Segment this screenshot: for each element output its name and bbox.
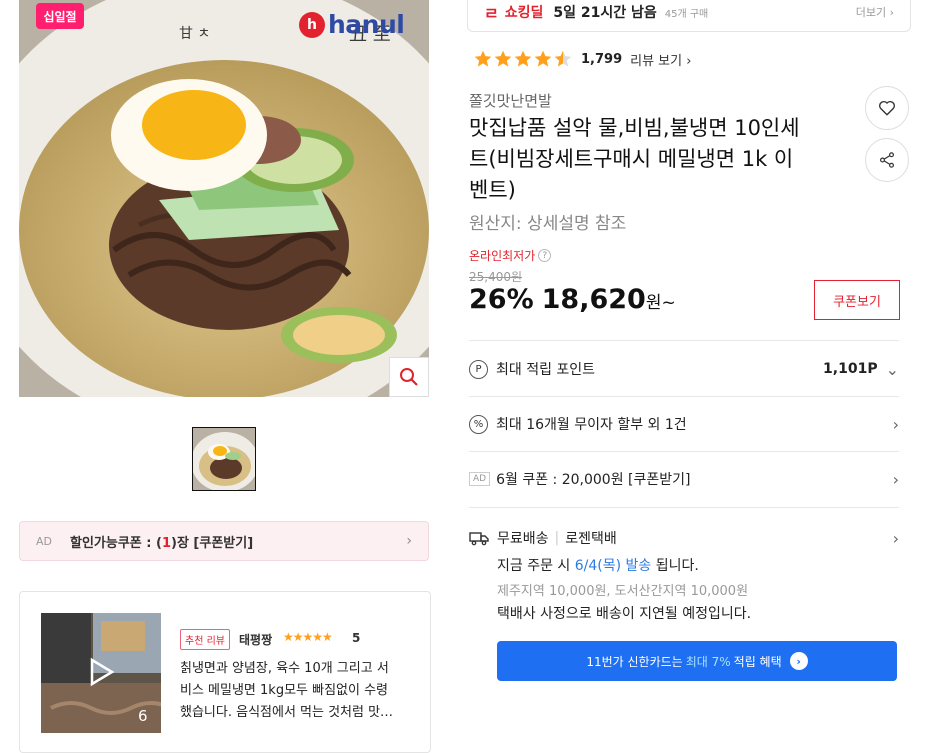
sale-event-badge: 십일절 — [36, 3, 84, 29]
product-title: 맛집납품 설악 물,비빔,불냉면 10인세 트(비빔장세트구매시 메밀냉면 1k… — [469, 113, 847, 206]
shinhan-card-banner[interactable]: 11번가 신한카드는 최대 7% 적립 혜택 › — [497, 641, 897, 681]
star-icon — [494, 50, 512, 67]
percent-icon: % — [469, 414, 488, 434]
seller-name[interactable]: 쫄깃맛난면발 — [469, 90, 552, 111]
deal-purchase-count: 45개 구매 — [664, 8, 709, 20]
thumbnail-photo — [193, 428, 255, 490]
star-icon — [514, 50, 532, 67]
ad-label: AD — [469, 472, 491, 486]
divider — [469, 396, 899, 397]
max-points-row[interactable]: P 최대 적립 포인트 1,101P ⌄ — [469, 356, 899, 382]
coupon-bar-text: 할인가능쿠폰 : (1)장 [쿠폰받기] — [70, 535, 254, 551]
online-lowest-price-label: 온라인최저가 ? — [469, 247, 552, 264]
sale-price: 18,620 — [541, 284, 646, 315]
recommended-review-tag: 추천 리뷰 — [180, 629, 230, 650]
product-title-line: 맛집납품 설악 물,비빔,불냉면 10인세 — [469, 116, 800, 140]
installment-row[interactable]: % 최대 16개월 무이자 할부 외 1건 › — [469, 411, 899, 437]
review-count: 1,799 — [581, 51, 623, 67]
discount-rate: 26% — [469, 284, 534, 315]
lightning-icon: ㄹ — [484, 4, 499, 23]
brand-logo: h hanul — [299, 10, 405, 39]
media-count: 6 — [138, 707, 148, 725]
chevron-right-icon: › — [406, 533, 412, 549]
view-coupon-button[interactable]: 쿠폰보기 — [814, 280, 900, 320]
review-line: 칡냉면과 양념장, 육수 10개 그리고 서 — [180, 661, 389, 676]
review-stars: ★★★★★ — [283, 630, 333, 644]
arrow-circle-icon: › — [789, 652, 808, 670]
free-shipping-label: 무료배송 — [497, 531, 549, 547]
share-icon — [880, 152, 894, 168]
deal-remaining-time: 5일 21시간 남음 — [553, 5, 657, 21]
separator: | — [554, 530, 560, 546]
chevron-right-icon: › — [892, 469, 899, 489]
product-title-line: 벤트) — [469, 178, 516, 202]
carrier-name: 로젠택배 — [565, 531, 617, 547]
magnifier-icon — [400, 368, 418, 386]
share-button[interactable] — [865, 138, 909, 182]
brand-name: hanul — [328, 10, 405, 39]
review-line: 했습니다. 음식점에서 먹는 것처럼 맛… — [180, 705, 394, 720]
brand-mark-icon: h — [299, 11, 325, 38]
product-main-image[interactable]: 丑 至 甘 ㅊ — [19, 0, 429, 397]
shipping-row[interactable]: 무료배송 | 로젠택배 › — [469, 528, 899, 548]
chevron-right-icon: › — [892, 528, 899, 548]
review-video-thumbnail[interactable]: 6 — [41, 613, 161, 733]
rating-row: 1,799 리뷰 보기 › — [473, 49, 691, 69]
star-icon — [474, 50, 492, 67]
lowest-price-text: 온라인최저가 — [469, 249, 536, 263]
june-coupon-label: 6월 쿠폰 : 20,000원 [쿠폰받기] — [496, 472, 691, 488]
ad-label: AD — [36, 534, 52, 548]
extra-shipping-fee: 제주지역 10,000원, 도서산간지역 10,000원 — [497, 584, 749, 599]
star-icon — [534, 50, 552, 67]
installment-label: 최대 16개월 무이자 할부 외 1건 — [496, 417, 687, 433]
price-unit: 원~ — [645, 293, 676, 313]
banner-suffix: 적립 혜택 — [733, 654, 782, 669]
rating-stars — [473, 49, 573, 69]
divider — [469, 507, 899, 508]
june-coupon-row[interactable]: AD 6월 쿠폰 : 20,000원 [쿠폰받기] › — [469, 466, 899, 492]
max-points-value: 1,101P — [823, 361, 878, 377]
price-row: 26% 18,620 원~ — [469, 284, 676, 315]
divider — [469, 451, 899, 452]
chevron-right-icon: › — [892, 414, 899, 434]
banner-prefix: 11번가 신한카드는 — [586, 654, 683, 669]
reviewer-name: 태평짱 — [239, 633, 273, 647]
view-reviews-link[interactable]: 리뷰 보기 › — [630, 50, 691, 69]
deal-title: 쇼킹딜 — [504, 5, 544, 21]
recommended-review-card[interactable]: 6 추천 리뷰 태평짱 ★★★★★ 5 칡냉면과 양념장, 육수 10개 그리고… — [19, 591, 431, 753]
divider — [469, 340, 899, 341]
deal-more-link[interactable]: 더보기 › — [856, 4, 894, 20]
review-score: 5 — [352, 631, 361, 645]
heart-icon — [879, 100, 895, 116]
truck-icon — [469, 532, 489, 546]
max-points-label: 최대 적립 포인트 — [496, 362, 596, 378]
help-icon[interactable]: ? — [538, 249, 552, 262]
image-thumbnail[interactable] — [192, 427, 256, 491]
shocking-deal-bar[interactable]: ㄹ 쇼킹딜 5일 21시간 남음 45개 구매 더보기 › — [467, 0, 911, 32]
wishlist-button[interactable] — [865, 86, 909, 130]
naengmyeon-photo: 丑 至 甘 ㅊ — [19, 0, 429, 397]
play-icon — [90, 657, 115, 687]
shipping-delay-notice: 택배사 사정으로 배송이 지연될 예정입니다. — [497, 606, 752, 622]
chevron-down-icon: ⌄ — [885, 359, 899, 379]
discount-coupon-bar[interactable]: AD 할인가능쿠폰 : (1)장 [쿠폰받기] › — [19, 521, 429, 561]
origin-info: 원산지: 상세설명 참조 — [469, 214, 627, 234]
ship-date-text: 지금 주문 시 6/4(목) 발송 됩니다. — [497, 558, 699, 574]
banner-highlight: 최대 7% — [685, 654, 731, 669]
zoom-button[interactable] — [389, 357, 429, 397]
ship-date: 6/4(목) 발송 — [574, 558, 652, 574]
star-icon — [554, 50, 572, 67]
svg-text:甘 ㅊ: 甘 ㅊ — [179, 26, 210, 42]
original-price: 25,400원 — [469, 270, 523, 284]
point-icon: P — [469, 359, 488, 379]
product-title-line: 트(비빔장세트구매시 메밀냉면 1k 이 — [469, 147, 794, 171]
review-text: 칡냉면과 양념장, 육수 10개 그리고 서 비스 메밀냉면 1kg모두 빠짐없… — [180, 658, 412, 724]
review-line: 비스 메밀냉면 1kg모두 빠짐없이 수령 — [180, 683, 389, 698]
coupon-count: 1 — [161, 535, 171, 551]
